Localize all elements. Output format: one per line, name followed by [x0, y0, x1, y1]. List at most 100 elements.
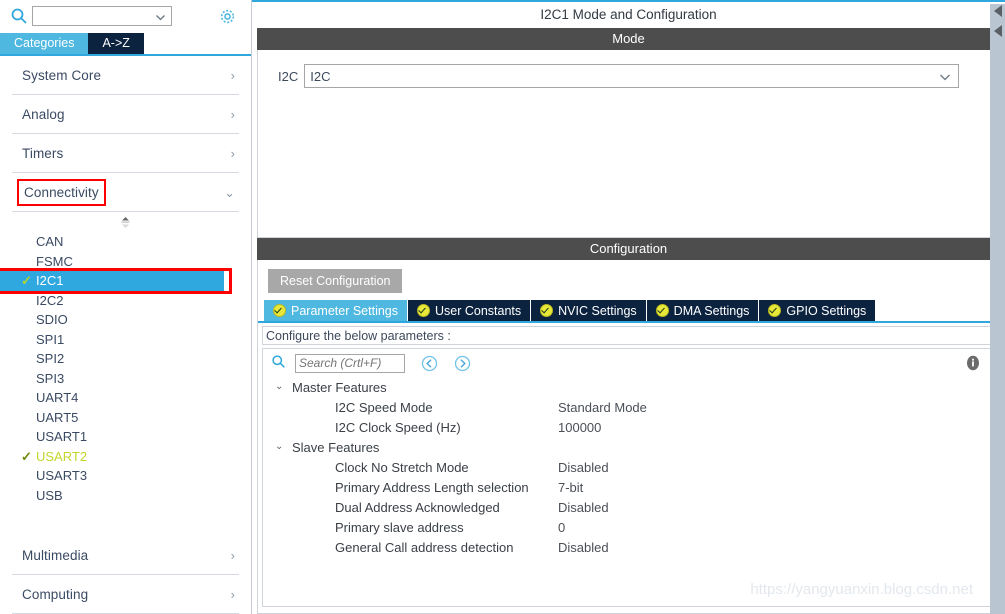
- list-scroll-spinner[interactable]: [0, 212, 251, 232]
- check-badge-icon: [273, 304, 286, 317]
- back-arrow-icon[interactable]: [421, 355, 438, 372]
- tab-a-to-z[interactable]: A->Z: [88, 33, 144, 54]
- list-item-spi3[interactable]: SPI3: [0, 369, 251, 389]
- mode-select[interactable]: I2C: [304, 64, 960, 88]
- list-item-label: UART4: [36, 390, 79, 405]
- table-row[interactable]: General Call address detection Disabled: [263, 537, 991, 557]
- search-input[interactable]: [33, 6, 156, 26]
- chevron-right-icon: ›: [230, 586, 235, 602]
- group-header-slave-features[interactable]: ⌄ Slave Features: [263, 437, 991, 457]
- tab-label: GPIO Settings: [786, 303, 867, 318]
- list-item-label: CAN: [36, 234, 64, 249]
- sidebar-item-timers[interactable]: Timers ›: [12, 134, 239, 173]
- list-item-i2c1[interactable]: ✓ I2C1: [0, 268, 232, 293]
- sidebar-item-system-core[interactable]: System Core ›: [12, 56, 239, 95]
- mode-section-body: I2C I2C: [257, 50, 1000, 238]
- list-item-fsmc[interactable]: FSMC: [0, 252, 251, 272]
- list-item-usart1[interactable]: USART1: [0, 427, 251, 447]
- parameter-settings-area: ⌄ Master Features I2C Speed Mode Standar…: [262, 348, 992, 607]
- sidebar-tabs: Categories A->Z: [0, 32, 251, 56]
- sidebar-item-label: System Core: [22, 67, 102, 83]
- configuration-section-header: Configuration: [257, 238, 1000, 260]
- check-icon: ✓: [21, 273, 32, 288]
- list-item-label: USART1: [36, 429, 88, 444]
- sidebar-item-computing[interactable]: Computing ›: [12, 575, 239, 614]
- vertical-scrollbar[interactable]: [990, 4, 1005, 614]
- tab-categories[interactable]: Categories: [0, 33, 89, 54]
- table-row[interactable]: Primary slave address 0: [263, 517, 991, 537]
- param-name: Primary slave address: [335, 519, 464, 535]
- reset-configuration-button[interactable]: Reset Configuration: [268, 269, 403, 293]
- sidebar-item-multimedia[interactable]: Multimedia ›: [12, 536, 239, 575]
- info-icon[interactable]: [965, 355, 981, 371]
- tab-user-constants[interactable]: User Constants: [408, 300, 531, 321]
- list-item-label: I2C2: [36, 292, 64, 308]
- configuration-tabs: Parameter Settings User Constants NVIC S…: [258, 300, 999, 323]
- list-item-can[interactable]: CAN: [0, 232, 251, 252]
- list-item-label: FSMC: [36, 253, 73, 269]
- list-item-label: I2C1: [36, 273, 64, 288]
- tab-label: User Constants: [435, 303, 522, 318]
- table-row[interactable]: Primary Address Length selection 7-bit: [263, 477, 991, 497]
- sidebar-item-label: Analog: [22, 106, 65, 122]
- param-name: I2C Clock Speed (Hz): [335, 419, 461, 435]
- param-name: Dual Address Acknowledged: [335, 499, 500, 515]
- tab-dma-settings[interactable]: DMA Settings: [646, 300, 759, 321]
- mode-and-configuration-panel: I2C1 Mode and Configuration Mode I2C I2C: [252, 0, 1005, 614]
- tab-label: Parameter Settings: [291, 303, 398, 318]
- parameter-search-box[interactable]: [295, 353, 405, 373]
- configuration-section-body: Reset Configuration Parameter Settings U…: [257, 260, 1000, 614]
- chevron-right-icon: ›: [230, 67, 235, 83]
- sidebar-item-label: Connectivity: [17, 178, 106, 206]
- group-header-master-features[interactable]: ⌄ Master Features: [263, 377, 991, 397]
- tab-label: DMA Settings: [673, 303, 750, 318]
- search-icon: [10, 7, 28, 25]
- list-item-usart2[interactable]: ✓ USART2: [0, 447, 251, 467]
- tab-nvic-settings[interactable]: NVIC Settings: [531, 300, 646, 321]
- group-title: Master Features: [292, 379, 387, 395]
- sidebar-search-row: [0, 0, 251, 32]
- list-item-label: SPI3: [36, 370, 65, 386]
- gear-icon[interactable]: [217, 6, 237, 26]
- list-item-i2c2[interactable]: I2C2: [0, 291, 251, 311]
- table-row[interactable]: I2C Clock Speed (Hz) 100000: [263, 417, 991, 437]
- forward-arrow-icon[interactable]: [454, 355, 471, 372]
- sidebar-item-label: Computing: [22, 586, 89, 602]
- list-item-usart3[interactable]: USART3: [0, 466, 251, 486]
- param-value: 7-bit: [558, 479, 584, 495]
- chevron-down-icon: [939, 71, 951, 82]
- tab-parameter-settings[interactable]: Parameter Settings: [264, 300, 407, 321]
- scroll-left-arrow-icon[interactable]: [991, 4, 1004, 18]
- sidebar-item-analog[interactable]: Analog ›: [12, 95, 239, 134]
- group-title: Slave Features: [292, 439, 380, 455]
- sidebar-item-label: Multimedia: [22, 547, 89, 563]
- page-title: I2C1 Mode and Configuration: [257, 2, 1000, 28]
- mode-label: I2C: [278, 68, 299, 84]
- list-item-spi1[interactable]: SPI1: [0, 330, 251, 350]
- list-item-sdio[interactable]: SDIO: [0, 310, 251, 330]
- mode-row: I2C I2C: [278, 64, 987, 88]
- table-row[interactable]: Clock No Stretch Mode Disabled: [263, 457, 991, 477]
- search-icon: [271, 354, 289, 372]
- sidebar-search-combo[interactable]: [32, 6, 172, 26]
- tab-gpio-settings[interactable]: GPIO Settings: [759, 300, 876, 321]
- list-item-spi2[interactable]: SPI2: [0, 349, 251, 369]
- table-row[interactable]: Dual Address Acknowledged Disabled: [263, 497, 991, 517]
- parameter-search-input[interactable]: [296, 354, 404, 372]
- list-item-uart5[interactable]: UART5: [0, 408, 251, 428]
- list-item-usb[interactable]: USB: [0, 486, 251, 506]
- param-value: Standard Mode: [558, 399, 647, 415]
- list-item-label: USART3: [36, 468, 88, 483]
- check-badge-icon: [768, 304, 782, 317]
- param-name: General Call address detection: [335, 539, 514, 555]
- table-row[interactable]: I2C Speed Mode Standard Mode: [263, 397, 991, 417]
- param-name: I2C Speed Mode: [335, 399, 433, 415]
- list-item-uart4[interactable]: UART4: [0, 388, 251, 408]
- peripheral-sidebar: Categories A->Z System Core › Analog › T…: [0, 0, 252, 614]
- chevron-right-icon: ›: [230, 106, 235, 122]
- sidebar-item-connectivity[interactable]: Connectivity ⌄: [12, 173, 239, 212]
- list-item-label: UART5: [36, 409, 79, 425]
- scroll-left-arrow-icon-2[interactable]: [991, 24, 1004, 38]
- param-value: 100000: [558, 419, 602, 435]
